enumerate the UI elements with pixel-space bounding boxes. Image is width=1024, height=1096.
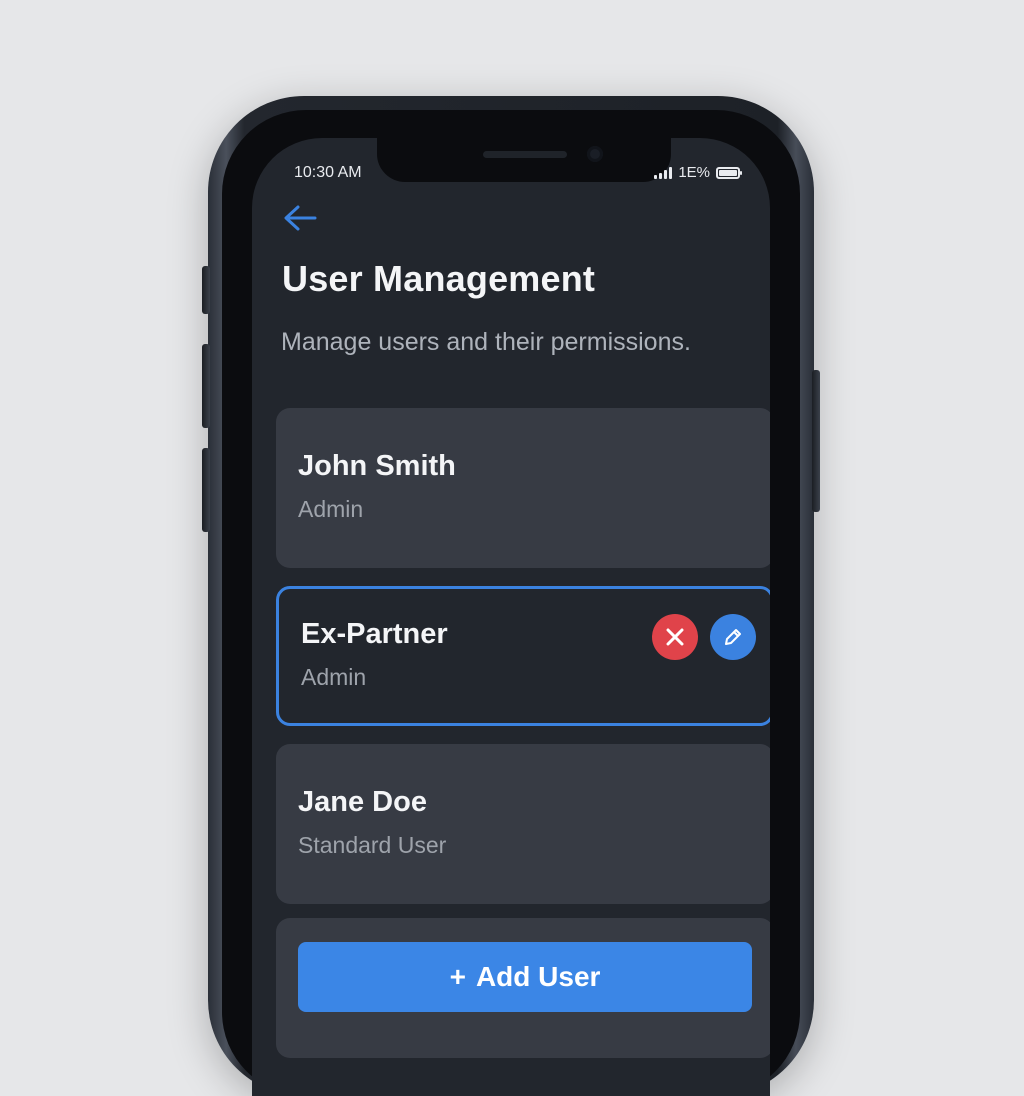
add-user-panel: + Add User bbox=[276, 918, 770, 1058]
battery-icon bbox=[716, 166, 742, 179]
mute-switch bbox=[202, 266, 210, 314]
status-indicators: 1E% bbox=[654, 164, 742, 181]
delete-user-button[interactable] bbox=[652, 614, 698, 660]
user-name: John Smith bbox=[298, 450, 456, 482]
user-role: Admin bbox=[298, 496, 364, 522]
phone-frame: 10:30 AM 1E% User Management Manage user… bbox=[202, 96, 820, 1096]
volume-up-button bbox=[202, 344, 210, 428]
back-arrow-icon bbox=[284, 205, 317, 231]
add-user-button[interactable]: + Add User bbox=[298, 942, 752, 1012]
user-name: Ex-Partner bbox=[301, 618, 448, 650]
volume-down-button bbox=[202, 448, 210, 532]
close-icon bbox=[666, 628, 684, 646]
signal-bars-icon bbox=[654, 166, 673, 179]
status-time: 10:30 AM bbox=[294, 164, 362, 181]
status-bar: 10:30 AM 1E% bbox=[252, 162, 770, 186]
plus-icon: + bbox=[449, 961, 466, 992]
phone-bezel: 10:30 AM 1E% User Management Manage user… bbox=[222, 110, 800, 1096]
pencil-icon bbox=[725, 629, 741, 645]
user-role: Admin bbox=[301, 664, 367, 690]
user-card-ex-partner[interactable]: Ex-Partner Admin bbox=[276, 586, 770, 726]
user-name: Jane Doe bbox=[298, 786, 427, 818]
edit-user-button[interactable] bbox=[710, 614, 756, 660]
back-button[interactable] bbox=[282, 202, 318, 234]
front-camera bbox=[587, 146, 603, 162]
page-title: User Management bbox=[282, 258, 596, 299]
add-user-label: Add User bbox=[475, 961, 601, 992]
power-button bbox=[812, 370, 820, 512]
page-subtitle: Manage users and their permissions. bbox=[281, 328, 691, 356]
user-card-john-smith[interactable]: John Smith Admin bbox=[276, 408, 770, 568]
user-card-jane-doe[interactable]: Jane Doe Standard User bbox=[276, 744, 770, 904]
user-role: Standard User bbox=[298, 832, 447, 858]
app-screen: 10:30 AM 1E% User Management Manage user… bbox=[252, 138, 770, 1096]
earpiece-speaker bbox=[483, 151, 567, 158]
battery-percent: 1E% bbox=[678, 164, 710, 181]
